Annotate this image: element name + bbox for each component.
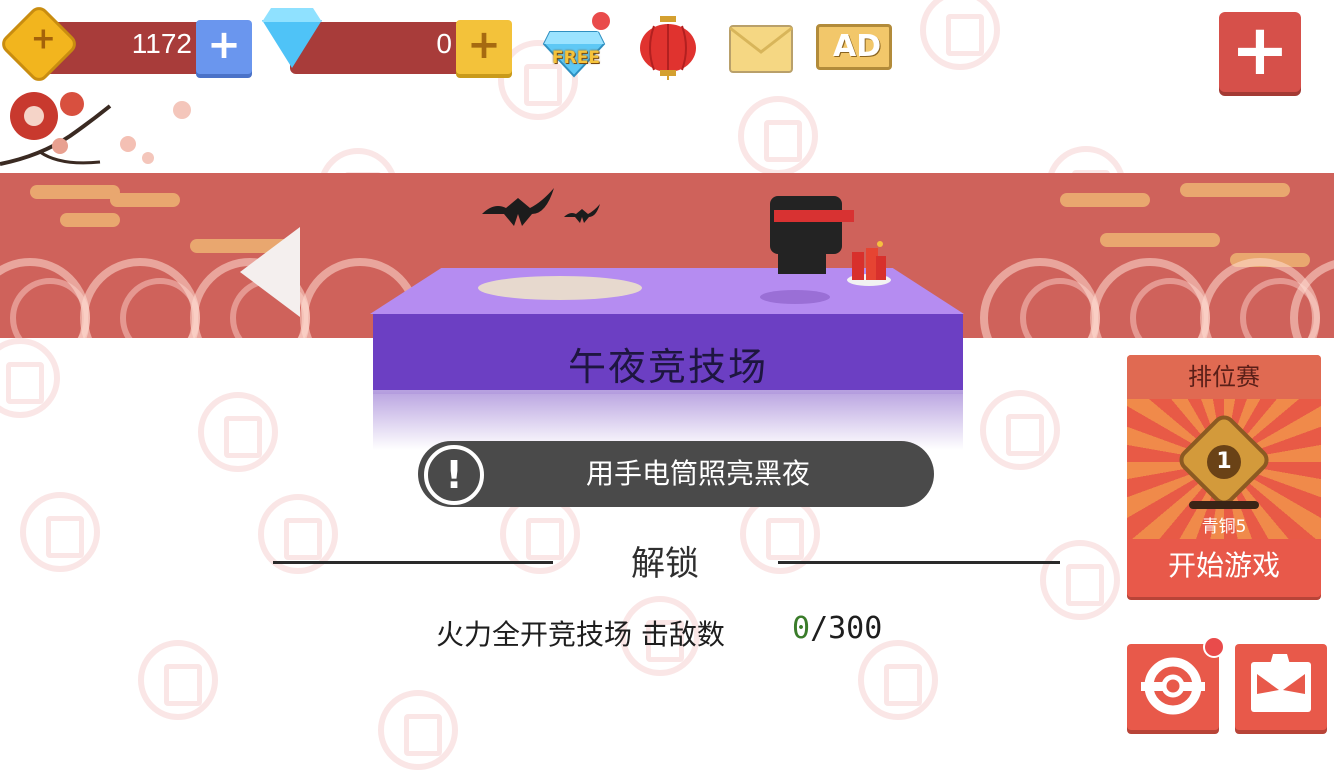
watermark	[980, 390, 1060, 470]
ninja-body	[778, 252, 826, 274]
notification-dot	[590, 10, 612, 32]
watermark	[738, 96, 818, 176]
character-button[interactable]	[1235, 644, 1327, 730]
add-coins-button[interactable]: +	[196, 20, 252, 74]
target-icon	[1141, 657, 1205, 715]
ninja-shadow	[760, 290, 830, 304]
exclamation-icon: !	[424, 445, 484, 505]
mask-icon	[1251, 654, 1311, 712]
ninja-character	[770, 196, 842, 254]
rank-level: 1	[1207, 445, 1241, 479]
flashlight-spot	[478, 276, 642, 300]
lantern-icon	[640, 16, 696, 80]
free-gem-button[interactable]: FREE	[542, 10, 612, 82]
progress-target: /300	[810, 611, 883, 646]
bat-icon	[482, 188, 554, 226]
ranked-match-card[interactable]: 排位赛 1 青铜5 开始游戏	[1127, 355, 1321, 597]
free-label: FREE	[552, 48, 600, 68]
ranked-title: 排位赛	[1127, 355, 1321, 399]
plum-blossom-decoration	[0, 92, 191, 166]
mail-icon	[729, 25, 793, 73]
watermark	[858, 640, 938, 720]
watermark	[920, 0, 1000, 70]
watermark	[20, 492, 100, 572]
watermark	[198, 392, 278, 472]
start-game-button[interactable]: 开始游戏	[1127, 539, 1321, 597]
divider-left	[273, 561, 553, 564]
gem-icon	[262, 20, 322, 68]
watch-ad-button[interactable]: AD	[816, 24, 892, 70]
watermark	[0, 338, 60, 418]
watermark	[138, 640, 218, 720]
hint-text: 用手电筒照亮黑夜	[585, 457, 810, 490]
notification-dot	[1203, 636, 1225, 658]
unlock-requirement: 火力全开竞技场 击敌数	[436, 618, 725, 651]
target-button[interactable]	[1127, 636, 1225, 730]
firecracker-icon	[847, 241, 891, 286]
watermark	[1040, 540, 1120, 620]
rank-tier: 青铜5	[1201, 517, 1247, 537]
bat-icon	[564, 204, 600, 223]
unlock-progress: 0/300	[792, 611, 882, 646]
divider-right	[778, 561, 1060, 564]
unlock-heading: 解锁	[631, 544, 699, 584]
add-gems-button[interactable]: +	[456, 20, 512, 74]
arena-title: 午夜竞技场	[567, 345, 768, 389]
coin-value: 1172	[131, 28, 192, 59]
gem-value: 0	[436, 28, 452, 59]
event-lantern-button[interactable]	[636, 14, 700, 80]
ad-label: AD	[833, 29, 882, 64]
ninja-headband	[774, 210, 854, 222]
watermark	[378, 690, 458, 770]
progress-current: 0	[792, 611, 811, 646]
menu-plus-button[interactable]: +	[1219, 12, 1301, 92]
rank-progress-bar	[1189, 501, 1259, 509]
mail-button[interactable]	[728, 22, 794, 76]
previous-arena-arrow[interactable]	[240, 227, 300, 317]
